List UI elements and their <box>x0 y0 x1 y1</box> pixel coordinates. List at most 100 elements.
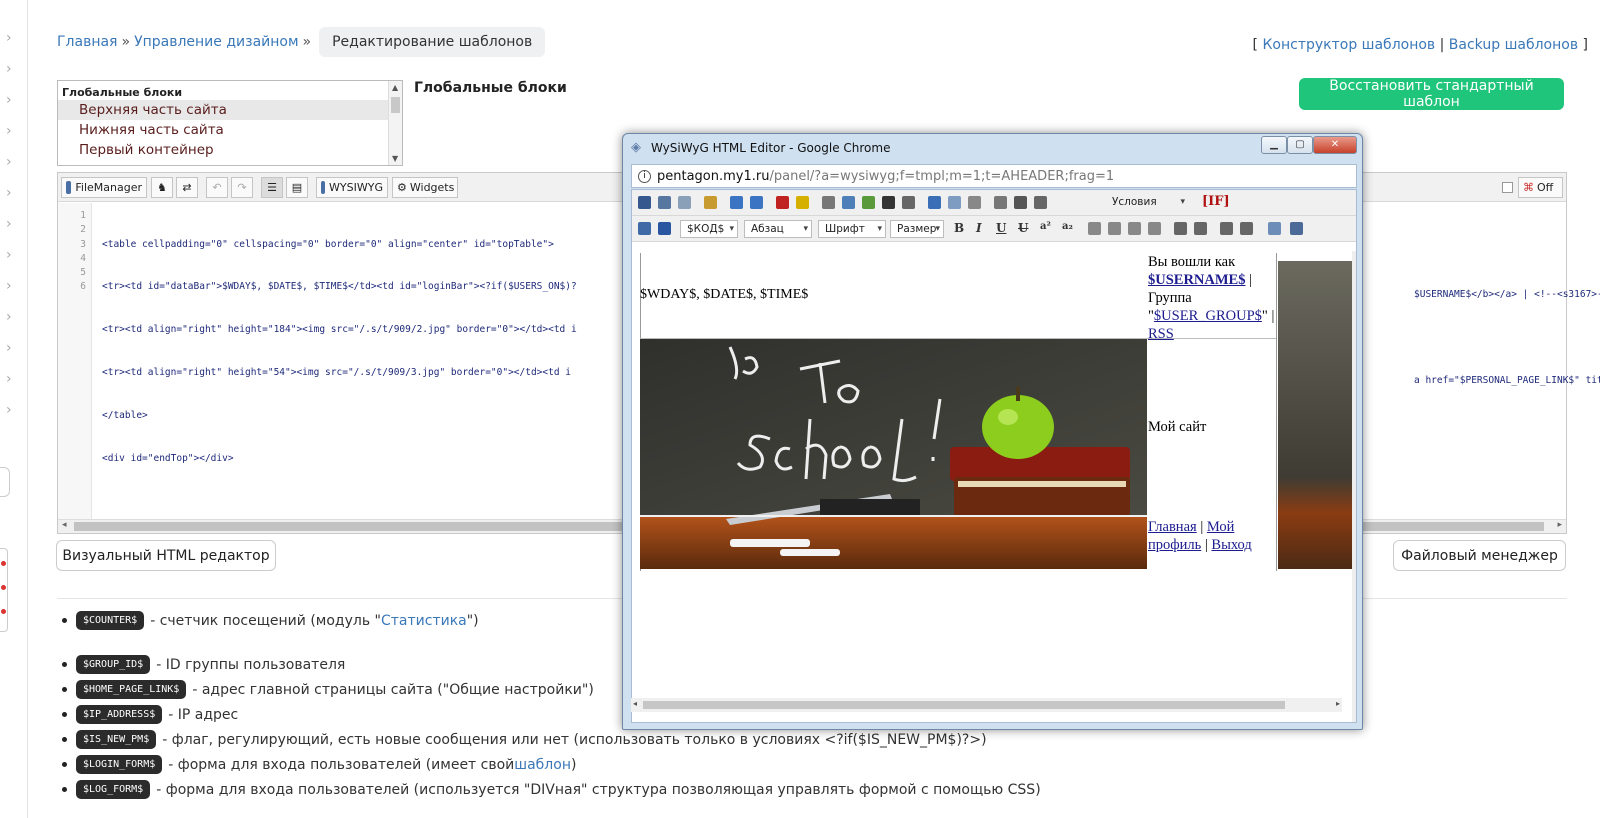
chevron-right-icon[interactable]: › <box>6 124 18 138</box>
minimize-button[interactable]: ▁ <box>1261 136 1287 154</box>
scroll-left-icon[interactable]: ◂ <box>633 699 637 708</box>
widgets-button[interactable]: ⚙ Widgets <box>392 177 458 198</box>
chevron-right-icon[interactable]: › <box>6 341 18 355</box>
conditions-select[interactable]: Условия <box>1106 194 1188 212</box>
username-link[interactable]: $USERNAME$ <box>1148 272 1245 288</box>
template-link[interactable]: шаблон <box>514 757 571 773</box>
url-bar[interactable]: i pentagon.my1.ru/panel/?a=wysiwyg;f=tmp… <box>631 164 1357 188</box>
breadcrumb-home[interactable]: Главная <box>57 34 117 50</box>
strike-button[interactable]: U <box>1018 221 1028 235</box>
info-icon[interactable]: i <box>638 169 651 183</box>
scroll-right-icon[interactable]: ▸ <box>1557 520 1562 530</box>
font-select[interactable]: Шрифт <box>818 220 886 238</box>
box-icon[interactable] <box>968 196 981 209</box>
popup-horizontal-scrollbar[interactable]: ◂ ▸ <box>631 698 1342 712</box>
nav-logout-link[interactable]: Выход <box>1211 537 1251 553</box>
unordered-list-icon[interactable] <box>1194 222 1207 235</box>
highlight-toggle[interactable]: ⌘ Off <box>1518 177 1563 198</box>
format-icon[interactable] <box>658 222 671 235</box>
maximize-button[interactable]: ▢ <box>1287 136 1313 154</box>
chevron-right-icon[interactable]: › <box>6 62 18 76</box>
wysiwyg-button[interactable]: WYSIWYG <box>316 177 388 198</box>
replace-button[interactable]: ⇄ <box>176 177 198 198</box>
html-source-icon[interactable] <box>1290 222 1303 235</box>
form-icon[interactable] <box>948 196 961 209</box>
edit-icon[interactable] <box>638 222 651 235</box>
user-group-link[interactable]: $USER_GROUP$ <box>1154 308 1262 324</box>
wysiwyg-popup-window[interactable]: ◈ WySiWyG HTML Editor - Google Chrome ▁ … <box>622 133 1363 730</box>
subscript-button[interactable]: a₂ <box>1062 221 1073 232</box>
line-numbers-button[interactable]: ☰ <box>261 177 283 198</box>
scroll-left-icon[interactable]: ◂ <box>62 520 67 530</box>
chevron-right-icon[interactable]: › <box>6 248 18 262</box>
chevron-right-icon[interactable]: › <box>6 403 18 417</box>
chevron-right-icon[interactable]: › <box>6 217 18 231</box>
chevron-right-icon[interactable]: › <box>6 186 18 200</box>
indent-icon[interactable] <box>1220 222 1233 235</box>
statistics-link[interactable]: Статистика <box>381 613 467 629</box>
visual-html-editor-button[interactable]: Визуальный HTML редактор <box>56 540 276 571</box>
undo-icon[interactable] <box>730 196 743 209</box>
code-content[interactable]: <table cellpadding="0" cellspacing="0" b… <box>102 209 577 495</box>
close-button[interactable]: ✕ <box>1313 136 1357 154</box>
chevron-right-icon[interactable]: › <box>6 155 18 169</box>
list-option-header[interactable]: Верхняя часть сайта <box>58 100 402 120</box>
flash-icon[interactable] <box>882 196 895 209</box>
wysiwyg-canvas[interactable]: $WDAY$, $DATE$, $TIME$ Вы вошли как $USE… <box>640 251 1356 651</box>
text-color-icon[interactable] <box>776 196 789 209</box>
align-center-icon[interactable] <box>1108 222 1121 235</box>
list-option-footer[interactable]: Нижняя часть сайта <box>58 120 402 140</box>
wysiwyg-editor[interactable]: Условия [IF] $КОД$ Абзац Шрифт Размер B … <box>631 189 1357 723</box>
anchor-icon[interactable] <box>822 196 835 209</box>
link-icon[interactable] <box>842 196 855 209</box>
chevron-right-icon[interactable]: › <box>6 372 18 386</box>
size-select[interactable]: Размер <box>890 220 944 238</box>
undo-button[interactable]: ↶ <box>206 177 228 198</box>
rail-thumbnail[interactable] <box>0 548 8 632</box>
cut-icon[interactable] <box>678 196 691 209</box>
code-select[interactable]: $КОД$ <box>680 220 738 238</box>
underline-button[interactable]: U <box>996 221 1006 235</box>
page-break-icon[interactable] <box>1034 196 1047 209</box>
rss-link[interactable]: RSS <box>1148 326 1174 342</box>
breadcrumb-design[interactable]: Управление дизайном <box>134 34 298 50</box>
bold-button[interactable]: B <box>954 221 964 235</box>
outdent-icon[interactable] <box>1240 222 1253 235</box>
template-backup-link[interactable]: Backup шаблонов <box>1449 37 1578 53</box>
highlight-color-icon[interactable] <box>796 196 809 209</box>
italic-button[interactable]: I <box>976 221 982 235</box>
align-justify-icon[interactable] <box>1148 222 1161 235</box>
paste-icon[interactable] <box>704 196 717 209</box>
chevron-right-icon[interactable]: › <box>6 310 18 324</box>
align-left-icon[interactable] <box>1088 222 1101 235</box>
nav-home-link[interactable]: Главная <box>1148 519 1197 535</box>
template-builder-link[interactable]: Конструктор шаблонов <box>1262 37 1435 53</box>
find-button[interactable]: ♞ <box>151 177 173 198</box>
restore-default-template-button[interactable]: Восстановить стандартный шаблон <box>1299 78 1564 110</box>
hr-icon[interactable] <box>1014 196 1027 209</box>
scroll-right-icon[interactable]: ▸ <box>1336 699 1340 708</box>
clean-format-icon[interactable] <box>1268 222 1281 235</box>
block-select-list[interactable]: Глобальные блоки Верхняя часть сайта Ниж… <box>57 80 403 166</box>
align-right-icon[interactable] <box>1128 222 1141 235</box>
filemanager-button[interactable]: FileManager <box>61 177 147 198</box>
media-icon[interactable] <box>902 196 915 209</box>
rail-tab[interactable] <box>0 467 10 497</box>
chevron-right-icon[interactable]: › <box>6 279 18 293</box>
list-scrollbar[interactable]: ▲ ▼ <box>388 81 402 165</box>
chevron-right-icon[interactable]: › <box>6 31 18 45</box>
format-button[interactable]: ▤ <box>286 177 308 198</box>
special-char-icon[interactable] <box>994 196 1007 209</box>
popup-vertical-scrollbar[interactable] <box>1352 251 1356 722</box>
superscript-button[interactable]: a² <box>1040 221 1051 232</box>
file-manager-button[interactable]: Файловый менеджер <box>1393 540 1566 571</box>
chevron-right-icon[interactable]: › <box>6 93 18 107</box>
preview-icon[interactable] <box>658 196 671 209</box>
redo-button[interactable]: ↷ <box>231 177 253 198</box>
paragraph-select[interactable]: Абзац <box>744 220 812 238</box>
scroll-thumb[interactable] <box>391 97 400 113</box>
image-icon[interactable] <box>862 196 875 209</box>
table-icon[interactable] <box>928 196 941 209</box>
scroll-up-icon[interactable]: ▲ <box>392 83 398 92</box>
list-option-container[interactable]: Первый контейнер <box>58 140 402 160</box>
